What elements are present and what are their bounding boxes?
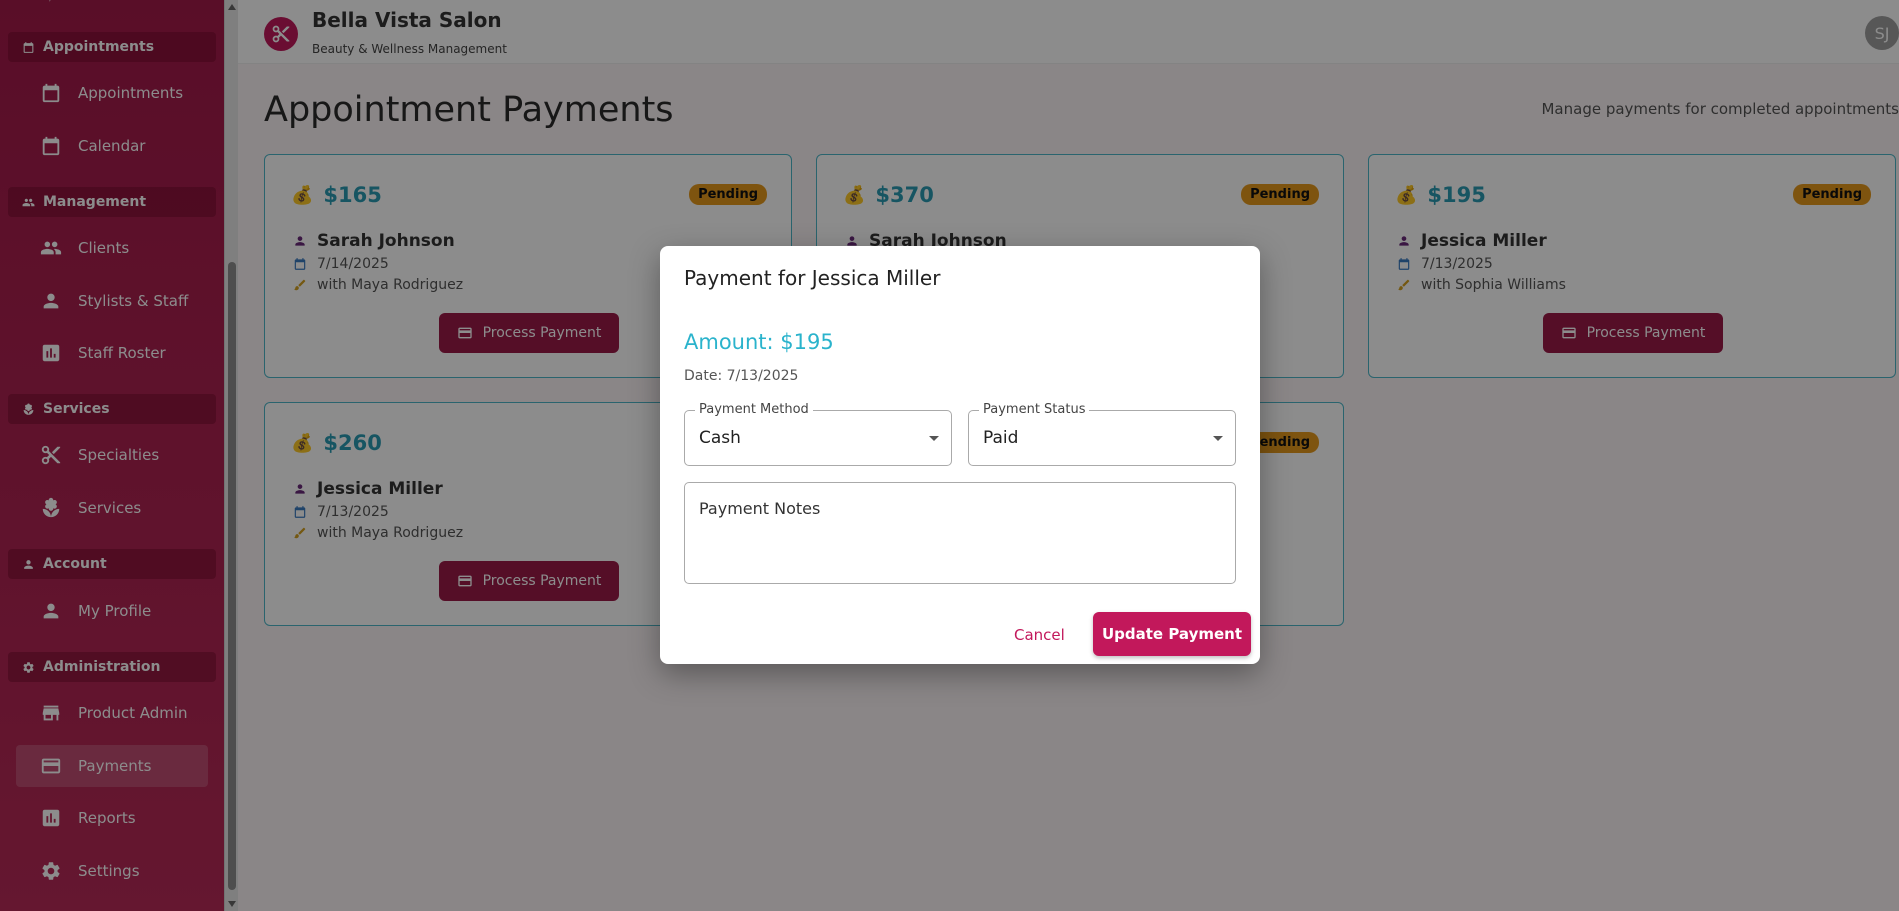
chevron-down-icon xyxy=(929,436,939,441)
payment-method-value: Cash xyxy=(699,428,741,448)
payment-status-select[interactable]: Payment Status Paid xyxy=(968,402,1236,466)
dialog-date: Date: 7/13/2025 xyxy=(684,368,799,384)
chevron-down-icon xyxy=(1213,436,1223,441)
payment-dialog: Payment for Jessica Miller Amount: $195 … xyxy=(660,246,1260,664)
payment-method-select[interactable]: Payment Method Cash xyxy=(684,402,952,466)
update-payment-button[interactable]: Update Payment xyxy=(1093,612,1251,656)
dialog-title: Payment for Jessica Miller xyxy=(684,266,941,290)
dialog-amount: Amount: $195 xyxy=(684,330,834,354)
payment-notes-placeholder: Payment Notes xyxy=(699,499,821,518)
cancel-button[interactable]: Cancel xyxy=(1014,626,1065,644)
payment-status-label: Payment Status xyxy=(979,402,1090,417)
payment-status-value: Paid xyxy=(983,428,1019,448)
payment-method-label: Payment Method xyxy=(695,402,813,417)
payment-notes-field[interactable]: Payment Notes xyxy=(684,482,1236,584)
